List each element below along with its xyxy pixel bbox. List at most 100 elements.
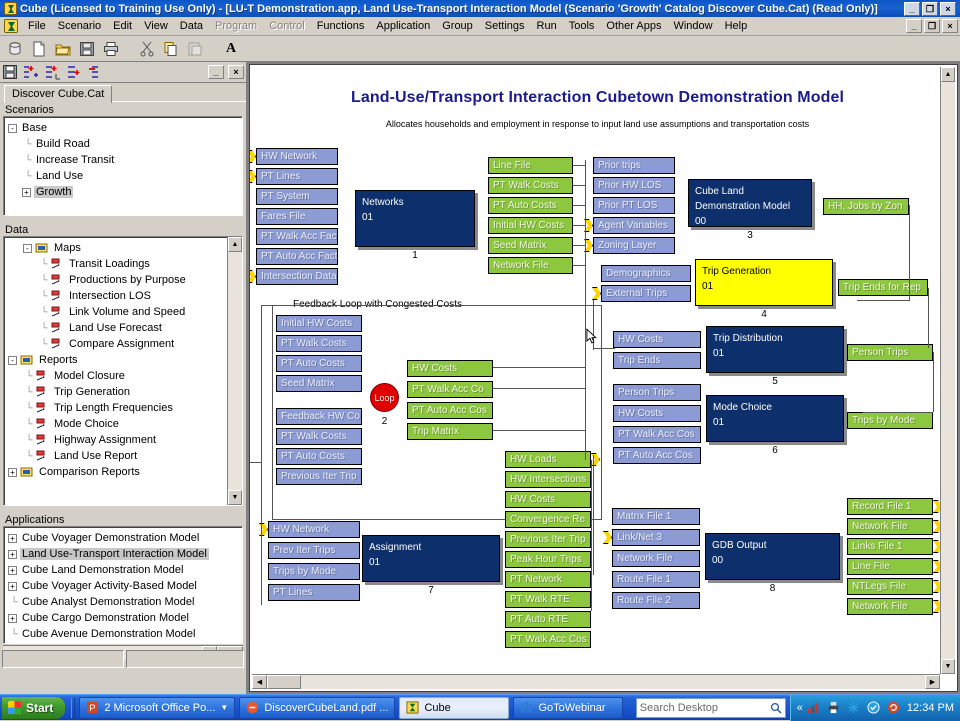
tree-item-intersection-los[interactable]: └Intersection LOS bbox=[8, 288, 224, 304]
process-box-trip-generation[interactable]: Trip Generation01 bbox=[695, 259, 833, 306]
process-box-cube-land-demonstration-model[interactable]: Cube Land Demonstration Model00 bbox=[688, 179, 812, 227]
process-box-assignment[interactable]: Assignment01 bbox=[362, 535, 500, 582]
tree-item-mode-choice[interactable]: └Mode Choice bbox=[8, 416, 224, 432]
output-gdb-0[interactable]: Record File 1 bbox=[847, 498, 933, 515]
expand-icon[interactable]: + bbox=[8, 582, 17, 591]
expand-icon[interactable]: + bbox=[8, 534, 17, 543]
input-assignment-3[interactable]: PT Lines bbox=[268, 584, 360, 601]
menu-item-other-apps[interactable]: Other Apps bbox=[600, 18, 667, 34]
diagram-vscroll-track[interactable] bbox=[941, 82, 955, 659]
tree-item-comparison-reports[interactable]: +Comparison Reports bbox=[8, 464, 224, 480]
data-scroll-track[interactable] bbox=[228, 252, 242, 490]
output-gdb-4[interactable]: NTLegs File bbox=[847, 578, 933, 595]
scenarios-listbox[interactable]: -Base└Build Road└Increase Transit└Land U… bbox=[3, 116, 243, 216]
input-cubeland-0[interactable]: Prior trips bbox=[593, 157, 675, 174]
output-gdb-3[interactable]: Line File bbox=[847, 558, 933, 575]
shield-icon[interactable] bbox=[867, 701, 880, 714]
database-icon[interactable] bbox=[4, 38, 26, 60]
output-gdb-2[interactable]: Links File 1 bbox=[847, 538, 933, 555]
menu-item-settings[interactable]: Settings bbox=[479, 18, 531, 34]
process-box-gdb-output[interactable]: GDB Output00 bbox=[705, 533, 840, 580]
output-networks-0[interactable]: Line File bbox=[488, 157, 573, 174]
output-tripgen-0[interactable]: Trip Ends for Rep bbox=[838, 279, 928, 296]
printer-icon[interactable] bbox=[827, 701, 840, 714]
expand-icon[interactable]: + bbox=[8, 614, 17, 623]
chevron-down-icon[interactable]: ▼ bbox=[220, 703, 228, 712]
input-gdb-3[interactable]: Route File 1 bbox=[612, 571, 700, 588]
input-networks-3[interactable]: Fares File bbox=[256, 208, 338, 225]
taskbar-item-cube[interactable]: Cube bbox=[399, 697, 509, 719]
process-box-trip-distribution[interactable]: Trip Distribution01 bbox=[706, 326, 844, 373]
menu-item-scenario[interactable]: Scenario bbox=[52, 18, 107, 34]
process-box-networks[interactable]: Networks01 bbox=[355, 190, 475, 247]
collapse-icon[interactable]: - bbox=[23, 244, 32, 253]
tree-item-growth[interactable]: +Growth bbox=[8, 184, 240, 200]
flowchart-canvas[interactable]: Land-Use/Transport Interaction Cubetown … bbox=[250, 65, 945, 650]
output-loop-3[interactable]: Trip Matrix bbox=[407, 423, 493, 440]
output-loop-1[interactable]: PT Walk Acc Co bbox=[407, 381, 493, 398]
taskbar-clock[interactable]: 12:34 PM bbox=[907, 702, 954, 714]
input-cubeland-4[interactable]: Zoning Layer bbox=[593, 237, 675, 254]
output-assignment-2[interactable]: HW Costs bbox=[505, 491, 591, 508]
dock-close-button[interactable]: × bbox=[228, 65, 244, 79]
tree-item-base[interactable]: -Base bbox=[8, 120, 240, 136]
window-minimize-button[interactable]: _ bbox=[904, 2, 920, 16]
menu-item-edit[interactable]: Edit bbox=[107, 18, 138, 34]
input-assignment-0[interactable]: HW Network bbox=[268, 521, 360, 538]
tree-item-maps[interactable]: -Maps bbox=[8, 240, 224, 256]
output-modechoice-0[interactable]: Trips by Mode bbox=[847, 412, 933, 429]
output-networks-3[interactable]: Initial HW Costs bbox=[488, 217, 573, 234]
menu-item-application[interactable]: Application bbox=[370, 18, 436, 34]
add-scenario-icon[interactable] bbox=[22, 64, 40, 80]
insert-child-icon[interactable] bbox=[44, 64, 62, 80]
snowflake-icon[interactable] bbox=[847, 701, 860, 714]
save-icon[interactable] bbox=[76, 38, 98, 60]
mdi-close-button[interactable]: × bbox=[942, 19, 958, 33]
tree-item-cube-voyager-activity-based-model[interactable]: +Cube Voyager Activity-Based Model bbox=[8, 578, 240, 594]
menu-item-view[interactable]: View bbox=[138, 18, 174, 34]
network-icon[interactable] bbox=[807, 701, 820, 714]
mdi-document-icon[interactable] bbox=[4, 19, 18, 33]
input-loop-b-0[interactable]: Feedback HW Co bbox=[276, 408, 362, 425]
input-cubeland-3[interactable]: Agent Variables bbox=[593, 217, 675, 234]
mdi-minimize-button[interactable]: _ bbox=[906, 19, 922, 33]
tree-item-land-use-report[interactable]: └Land Use Report bbox=[8, 448, 224, 464]
input-gdb-0[interactable]: Matrix File 1 bbox=[612, 508, 700, 525]
tree-item-compare-assignment[interactable]: └Compare Assignment bbox=[8, 336, 224, 352]
output-assignment-0[interactable]: HW Loads bbox=[505, 451, 591, 468]
diagram-scroll-up-button[interactable]: ▲ bbox=[941, 67, 955, 82]
tree-item-build-road[interactable]: └Build Road bbox=[8, 136, 240, 152]
data-listbox[interactable]: -Maps└Transit Loadings└Productions by Pu… bbox=[3, 236, 243, 506]
output-loop-0[interactable]: HW Costs bbox=[407, 360, 493, 377]
tree-item-model-closure[interactable]: └Model Closure bbox=[8, 368, 224, 384]
tree-item-land-use-forecast[interactable]: └Land Use Forecast bbox=[8, 320, 224, 336]
font-icon[interactable]: A bbox=[220, 38, 242, 60]
insert-sibling-icon[interactable] bbox=[66, 64, 84, 80]
copy-icon[interactable] bbox=[160, 38, 182, 60]
data-scrollbar[interactable]: ▲ ▼ bbox=[227, 237, 242, 505]
input-tripgen-0[interactable]: Demographics bbox=[601, 265, 691, 282]
output-tripdist-0[interactable]: Person Trips bbox=[847, 344, 933, 361]
new-file-icon[interactable] bbox=[28, 38, 50, 60]
menu-item-functions[interactable]: Functions bbox=[311, 18, 371, 34]
expand-icon[interactable]: + bbox=[8, 468, 17, 477]
output-assignment-1[interactable]: HW Intersections bbox=[505, 471, 591, 488]
output-assignment-3[interactable]: Convergence Re bbox=[505, 511, 591, 528]
feedback-loop-marker[interactable]: Loop bbox=[370, 383, 399, 412]
input-loop-a-3[interactable]: Seed Matrix bbox=[276, 375, 362, 392]
input-loop-b-1[interactable]: PT Walk Costs bbox=[276, 428, 362, 445]
input-loop-a-1[interactable]: PT Walk Costs bbox=[276, 335, 362, 352]
applications-listbox[interactable]: +Cube Voyager Demonstration Model+Land U… bbox=[3, 526, 243, 644]
output-networks-5[interactable]: Network File bbox=[488, 257, 573, 274]
tree-item-land-use[interactable]: └Land Use bbox=[8, 168, 240, 184]
output-gdb-5[interactable]: Network File bbox=[847, 598, 933, 615]
collapse-icon[interactable]: - bbox=[8, 356, 17, 365]
diagram-scroll-right-button[interactable]: ▶ bbox=[925, 675, 940, 689]
tree-item-cube-cargo-demonstration-model[interactable]: +Cube Cargo Demonstration Model bbox=[8, 610, 240, 626]
menu-item-window[interactable]: Window bbox=[667, 18, 718, 34]
dock-save-icon[interactable] bbox=[2, 64, 18, 80]
tree-item-cube-analyst-demonstration-model[interactable]: └Cube Analyst Demonstration Model bbox=[8, 594, 240, 610]
input-cubeland-1[interactable]: Prior HW LOS bbox=[593, 177, 675, 194]
output-assignment-9[interactable]: PT Walk Acc Cos bbox=[505, 631, 591, 648]
diagram-vertical-scrollbar[interactable]: ▲ ▼ bbox=[940, 67, 955, 674]
